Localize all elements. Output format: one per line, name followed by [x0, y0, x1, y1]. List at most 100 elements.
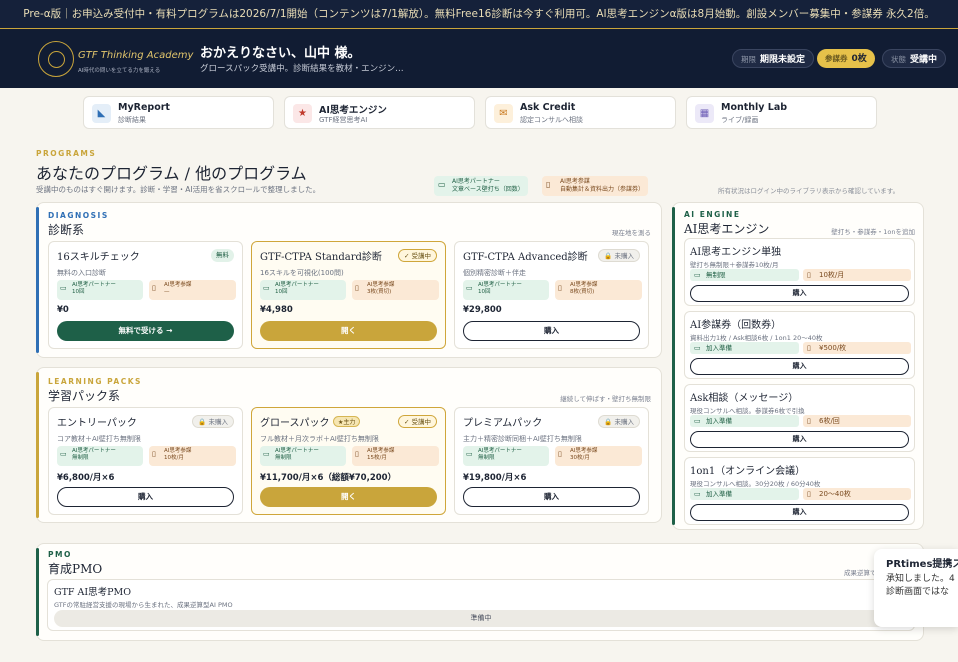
partner-tag: ▭ AI思考パートナー 無制限 [260, 446, 346, 466]
chat-icon: ▭ [263, 284, 270, 292]
chat-icon: ▭ [694, 490, 701, 498]
legend-advisor: ▯ AI思考参謀 自動集計＆資料出力（参謀券） [542, 176, 649, 196]
nav-ai-engine[interactable]: ★ AI思考エンジン GTF経営思考AI [284, 96, 475, 129]
card-title: GTF AI思考PMO [54, 587, 132, 598]
card-desc: コア教材＋AI壁打ち無制限 [57, 435, 141, 443]
notification-toast[interactable]: PRtimes提携ス 承知しました。4 診断画面ではな [874, 549, 958, 627]
calendar-icon: ▦ [695, 104, 714, 123]
logo-tagline: AI時代の問いを立てる力を鍛える [78, 68, 161, 74]
nav-ask-credit[interactable]: ✉ Ask Credit 認定コンサルへ相談 [485, 96, 676, 129]
program-card: エントリーパック 🔒 未購入 コア教材＋AI壁打ち無制限 ▭ AI思考パートナー無… [48, 407, 243, 515]
program-card: プレミアムパック 🔒 未購入 主力＋精密診断同梱＋AI壁打ち無制限 ▭ AI思考パ… [454, 407, 649, 515]
mail-icon: ✉ [494, 104, 513, 123]
program-card: グロースパック ★主力 ✓ 受講中 フル教材＋月次ラボ＋AI壁打ち無制限 ▭ AI… [251, 407, 446, 515]
ownership-note: 所有状況はログイン中のライブラリ表示から確認しています。 [718, 187, 900, 195]
purchase-button[interactable]: 購入 [57, 487, 234, 507]
engine-card: AI参謀券（回数券） 資料出力1枚 / Ask相談6枚 / 1on1 20〜40… [684, 311, 915, 379]
ticket-pill: 参謀券 0枚 [817, 49, 875, 68]
status-badge: 🔒 未購入 [598, 415, 640, 428]
document-icon: ▯ [558, 284, 562, 292]
app-header: GTF Thinking Academy AI時代の問いを立てる力を鍛える おか… [0, 28, 958, 88]
toast-title: PRtimes提携ス [886, 559, 958, 570]
chat-icon: ▭ [263, 450, 270, 458]
status-badge: ✓ 受講中 [397, 249, 437, 262]
nav-monthly-lab[interactable]: ▦ Monthly Lab ライブ/録画 [686, 96, 877, 129]
card-desc: 16スキルを可視化(100問) [260, 269, 344, 277]
section-accent [36, 372, 39, 518]
logo-mark-icon [38, 41, 74, 77]
partner-tag: ▭ AI思考パートナー 無制限 [463, 446, 549, 466]
advisor-tag: ▯ AI思考参謀 8枚(買切) [555, 280, 642, 300]
card-price: ¥0 [57, 305, 69, 315]
partner-tag: ▭ AI思考パートナー 10回 [260, 280, 346, 300]
engine-card: Ask相談（メッセージ） 現役コンサルへ相談。参謀券6枚で引換 ▭ 加入準備 ▯ 6… [684, 384, 915, 452]
section-title: 診断系 [48, 223, 85, 237]
program-card: 16スキルチェック 無料 無料の入口診断 ▭ AI思考パートナー 10回 ▯ AI思考… [48, 241, 243, 349]
card-title: Ask相談（メッセージ） [690, 393, 799, 404]
section-title: 育成PMO [48, 562, 103, 576]
nav-subtitle: 認定コンサルへ相談 [520, 116, 583, 124]
card-title: GTF-CTPA Standard診断 [260, 252, 382, 263]
open-button[interactable]: 開く [260, 487, 437, 507]
advisor-tag: ▯ AI思考参謀 15枚/月 [352, 446, 439, 466]
section-kicker: AI ENGINE [684, 210, 741, 219]
engine-card: 1on1（オンライン会議） 現役コンサルへ相談。30分20枚 / 60分40枚 … [684, 457, 915, 525]
purchase-button[interactable]: 購入 [690, 431, 909, 448]
card-price: ¥4,980 [260, 305, 293, 315]
section-kicker: PMO [48, 550, 72, 559]
chat-icon: ▭ [60, 284, 67, 292]
document-icon: ▯ [807, 271, 811, 279]
section-kicker: DIAGNOSIS [48, 211, 109, 220]
engine-card: AI思考エンジン単独 壁打ち無制限＋参謀券10枚/月 ▭ 無制限 ▯ 10枚/月 購… [684, 238, 915, 306]
chat-icon: ▭ [60, 450, 67, 458]
pmo-card: GTF AI思考PMO GTFの常駐経営支援の現場から生まれた、成果逆算型AI … [47, 579, 915, 631]
card-title: グロースパック [260, 418, 330, 429]
section-title: 学習パック系 [48, 389, 121, 403]
status-badge: ✓ 受講中 [397, 415, 437, 428]
advisor-tag: ▯ AI思考参謀 30枚/月 [555, 446, 642, 466]
section-caption: 継続して伸ばす・壁打ち無制限 [560, 395, 651, 403]
preparing-button[interactable]: 準備中 [54, 610, 908, 627]
chat-icon: ▭ [694, 344, 701, 352]
card-desc: 現役コンサルへ相談。参謀券6枚で引換 [690, 407, 805, 415]
start-free-button[interactable]: 無料で受ける → [57, 321, 234, 341]
card-title: 16スキルチェック [57, 252, 140, 263]
open-button[interactable]: 開く [260, 321, 437, 341]
card-desc: 主力＋精密診断同梱＋AI壁打ち無制限 [463, 435, 582, 443]
purchase-button[interactable]: 購入 [690, 285, 909, 302]
advisor-tag: ▯ ¥500/枚 [803, 342, 911, 354]
card-price: ¥6,800/月×6 [57, 473, 115, 483]
toast-line: 診断画面ではな [886, 587, 950, 597]
logo[interactable]: GTF Thinking Academy AI時代の問いを立てる力を鍛える [38, 37, 193, 81]
card-title: GTF-CTPA Advanced診断 [463, 252, 588, 263]
nav-title: MyReport [118, 102, 170, 113]
section-caption: 現在地を測る [612, 229, 651, 237]
purchase-button[interactable]: 購入 [463, 321, 640, 341]
purchase-button[interactable]: 購入 [690, 504, 909, 521]
document-icon: ▯ [546, 180, 551, 189]
advisor-tag: ▯ AI思考参謀 10枚/月 [149, 446, 236, 466]
card-desc: 資料出力1枚 / Ask相談6枚 / 1on1 20〜40枚 [690, 334, 823, 342]
star-icon: ★ [293, 104, 312, 123]
card-title: AI参謀券（回数券） [690, 320, 782, 331]
advisor-tag: ▯ 6枚/回 [803, 415, 911, 427]
purchase-button[interactable]: 購入 [690, 358, 909, 375]
learning-section: LEARNING PACKS 学習パック系 継続して伸ばす・壁打ち無制限 エント… [36, 367, 662, 523]
nav-myreport[interactable]: ◣ MyReport 診断結果 [83, 96, 274, 129]
advisor-tag: ▯ AI思考参謀 3枚(買切) [352, 280, 439, 300]
toast-line: 承知しました。4 [886, 574, 955, 584]
deadline-pill: 期限 期限未設定 [732, 49, 815, 68]
section-accent [36, 548, 39, 636]
status-pill: 状態 受講中 [882, 49, 947, 68]
card-desc: 壁打ち無制限＋参謀券10枚/月 [690, 261, 779, 269]
card-desc: フル教材＋月次ラボ＋AI壁打ち無制限 [260, 435, 379, 443]
card-title: プレミアムパック [463, 418, 543, 429]
status-badge: 無料 [211, 249, 234, 262]
nav-subtitle: ライブ/録画 [721, 116, 759, 124]
greeting-subtitle: グロースパック受講中。診断結果を教材・エンジン… [200, 64, 404, 74]
page-title: あなたのプログラム / 他のプログラム [36, 164, 307, 183]
purchase-button[interactable]: 購入 [463, 487, 640, 507]
document-icon: ▯ [807, 490, 811, 498]
partner-tag: ▭ AI思考パートナー 10回 [57, 280, 143, 300]
chat-icon: ▭ [466, 284, 473, 292]
